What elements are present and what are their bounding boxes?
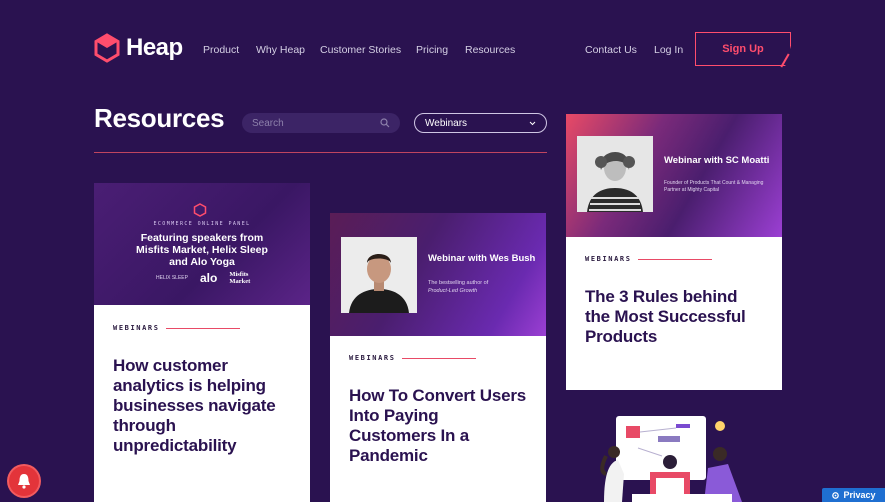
nav-product[interactable]: Product	[203, 44, 239, 56]
heap-badge-icon	[193, 203, 207, 217]
search-icon	[380, 118, 390, 128]
speaker-photo	[577, 136, 653, 212]
card-tag: WEBINARS	[113, 324, 160, 332]
card-title[interactable]: The 3 Rules behind the Most Successful P…	[585, 287, 765, 347]
banner-subtitle: Founder of Products That Count & Managin…	[664, 180, 764, 193]
privacy-button[interactable]: Privacy	[822, 488, 885, 502]
nav-resources[interactable]: Resources	[465, 44, 515, 56]
card-banner: Webinar with Wes Bush The bestselling au…	[330, 213, 546, 336]
nav-log-in[interactable]: Log In	[654, 44, 683, 56]
tag-line	[402, 358, 476, 359]
chevron-down-icon	[529, 121, 536, 125]
banner-heading: Featuring speakers from Misfits Market, …	[136, 232, 268, 268]
nav-pricing[interactable]: Pricing	[416, 44, 448, 56]
resource-card-1[interactable]: ECOMMERCE ONLINE PANEL Featuring speaker…	[94, 183, 310, 502]
misfits-market-logo: Misfits Market	[229, 271, 251, 285]
resource-type-select[interactable]: Webinars	[414, 113, 547, 133]
heap-logo[interactable]: Heap	[94, 33, 183, 63]
tag-line	[166, 328, 240, 329]
privacy-label: Privacy	[843, 490, 876, 500]
header-divider	[94, 152, 547, 153]
speaker-portrait-icon	[341, 237, 417, 313]
card-banner: ECOMMERCE ONLINE PANEL Featuring speaker…	[94, 183, 310, 305]
card-title[interactable]: How To Convert Users Into Paying Custome…	[349, 386, 529, 466]
resource-card-2[interactable]: Webinar with Wes Bush The bestselling au…	[330, 213, 546, 502]
banner-heading: Webinar with SC Moatti	[664, 155, 770, 166]
partner-logos: HELIX SLEEP alo Misfits Market	[156, 271, 259, 285]
brand-name: Heap	[126, 34, 183, 61]
nav-customer-stories[interactable]: Customer Stories	[320, 44, 401, 56]
card-tag: WEBINARS	[585, 255, 632, 263]
card-tag: WEBINARS	[349, 354, 396, 362]
hexagon-logo-icon	[94, 33, 120, 63]
nav-why-heap[interactable]: Why Heap	[256, 44, 305, 56]
select-value: Webinars	[425, 117, 468, 129]
banner-kicker: ECOMMERCE ONLINE PANEL	[153, 221, 251, 227]
banner-heading: Webinar with Wes Bush	[428, 253, 536, 264]
alo-logo: alo	[199, 271, 218, 285]
sign-up-button[interactable]: Sign Up	[695, 32, 791, 66]
banner-subtitle-book: Product-Led Growth	[428, 288, 478, 294]
helix-sleep-logo: HELIX SLEEP	[156, 275, 188, 281]
team-illustration	[600, 416, 742, 502]
banner-subtitle-text: The bestselling author of	[428, 280, 489, 286]
notification-bell-button[interactable]	[9, 466, 39, 496]
tag-line	[638, 259, 712, 260]
gear-icon	[832, 491, 840, 499]
banner-subtitle: The bestselling author of Product-Led Gr…	[428, 279, 538, 295]
speaker-photo	[341, 237, 417, 313]
resource-card-3[interactable]: Webinar with SC Moatti Founder of Produc…	[566, 114, 782, 390]
page-title: Resources	[94, 103, 225, 133]
nav-contact-us[interactable]: Contact Us	[585, 44, 637, 56]
speaker-portrait-icon	[577, 136, 653, 212]
search-placeholder: Search	[252, 117, 284, 129]
search-input[interactable]: Search	[242, 113, 400, 133]
card-banner: Webinar with SC Moatti Founder of Produc…	[566, 114, 782, 237]
card-title[interactable]: How customer analytics is helping busine…	[113, 356, 293, 456]
bell-icon	[18, 474, 30, 489]
